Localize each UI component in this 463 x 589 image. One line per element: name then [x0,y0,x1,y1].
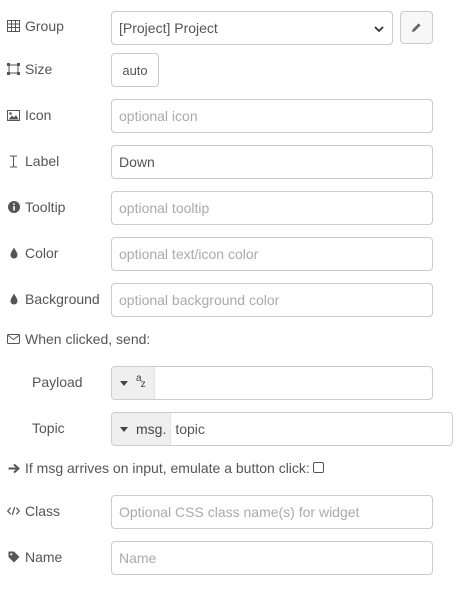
text-cursor-icon [7,155,20,168]
icon-input[interactable]: optional icon [111,99,433,133]
label-label-text: Label [25,153,60,169]
color-label: Color [7,243,58,263]
class-label-text: Class [25,503,61,519]
payload-typed-input[interactable]: az [111,366,433,400]
color-input[interactable]: optional text/icon color [111,237,433,271]
emulate-checkbox[interactable] [313,462,324,473]
background-label-text: Background [25,291,100,307]
color-label-text: Color [25,245,59,261]
size-label-text: Size [25,61,53,77]
group-label-text: Group [25,18,64,34]
caret-down-icon [120,426,128,432]
code-icon [7,505,20,518]
background-label: Background [7,289,100,309]
when-clicked-text: When clicked, send: [25,331,151,347]
topic-value: topic [175,421,205,437]
string-type-icon: az [136,373,148,391]
emulate-label-text: If msg arrives on input, emulate a butto… [25,460,310,476]
info-circle-icon [7,201,20,214]
icon-label-text: Icon [25,107,52,123]
group-select[interactable]: [Project] Project [111,11,393,45]
group-select-value: [Project] Project [119,20,218,36]
size-label: Size [7,59,52,79]
pencil-icon [411,20,422,36]
edit-group-button[interactable] [400,11,433,44]
label-input[interactable]: Down [111,145,433,179]
topic-typed-input[interactable]: msg. topic [111,412,453,446]
icon-label: Icon [7,105,51,125]
image-icon [7,109,20,122]
table-icon [7,20,20,33]
label-label: Label [7,151,59,171]
topic-type-select[interactable]: msg. [112,413,172,445]
emulate-label: If msg arrives on input, emulate a butto… [7,458,310,478]
payload-type-select[interactable]: az [112,367,155,399]
size-button[interactable]: auto [111,53,159,87]
topic-label: Topic [32,420,65,436]
name-label: Name [7,547,62,567]
tooltip-label-text: Tooltip [25,199,66,215]
tint-icon [7,247,20,260]
class-label: Class [7,501,60,521]
tint-icon [7,293,20,306]
payload-label: Payload [32,374,83,390]
tooltip-input[interactable]: optional tooltip [111,191,433,225]
background-input[interactable]: optional background color [111,283,433,317]
group-label: Group [7,16,64,36]
topic-type-badge: msg. [136,421,167,437]
tooltip-label: Tooltip [7,197,65,217]
arrow-right-icon [7,462,20,475]
caret-down-icon [120,380,128,386]
class-input[interactable]: Optional CSS class name(s) for widget [111,495,433,529]
when-clicked-label: When clicked, send: [7,329,150,349]
name-label-text: Name [25,549,63,565]
envelope-icon [7,333,20,346]
name-input[interactable]: Name [111,541,433,575]
chevron-down-icon [374,20,384,36]
resize-icon [7,63,20,76]
payload-type-badge: az [136,373,146,390]
tag-icon [7,551,20,564]
